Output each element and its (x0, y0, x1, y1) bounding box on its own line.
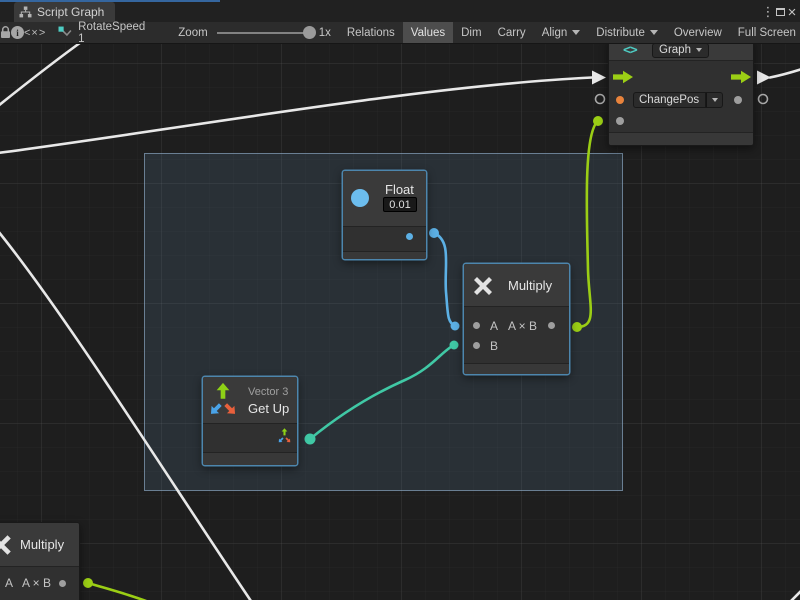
script-graph-icon (19, 6, 32, 18)
maximize-glyph (776, 8, 785, 16)
flow-output-knob[interactable] (757, 71, 771, 85)
window-controls: ⋮ × (762, 2, 798, 22)
wire-white-corner-fragment[interactable] (791, 591, 800, 600)
wire-knob[interactable] (83, 578, 93, 588)
graph-dropdown-button[interactable]: Graph (652, 43, 709, 58)
unconnected-port-circle[interactable] (759, 95, 768, 104)
chevron-down-icon (712, 98, 718, 102)
graph-canvas[interactable]: <> Graph ChangePos (0, 0, 800, 600)
multiply-node-footer (464, 363, 569, 374)
code-icon: <×> (24, 27, 46, 39)
vector3-axes-icon (208, 382, 238, 420)
vector3-node-title: Get Up (248, 401, 289, 416)
tab-title: Script Graph (37, 5, 104, 19)
multiply2-input-a-label: A (5, 576, 13, 590)
info-button[interactable]: i (11, 22, 24, 43)
multiply2-output-label: A × B (22, 576, 51, 590)
wire-knob[interactable] (593, 116, 603, 126)
multiply-input-a-port[interactable] (473, 322, 480, 329)
event-output-port[interactable] (734, 96, 742, 104)
code-view-button[interactable]: <×> (24, 22, 46, 43)
multiply-node-header[interactable]: Multiply (464, 264, 569, 307)
multiply-node[interactable]: Multiply A A × B B (463, 263, 570, 375)
tab-script-graph[interactable]: Script Graph (14, 2, 115, 22)
vector3-output-port-icon[interactable] (276, 428, 293, 445)
multiply-output-label: A × B (508, 319, 537, 333)
float-node[interactable]: Float 0.01 (342, 170, 427, 260)
graph-breadcrumb-label: RotateSpeed 1 (78, 21, 154, 45)
lock-icon (0, 26, 11, 39)
float-node-footer (343, 251, 426, 259)
toolbar-button-overview[interactable]: Overview (666, 22, 730, 43)
float-value-input[interactable]: 0.01 (383, 197, 417, 212)
chevron-down-icon (696, 48, 702, 52)
toolbar-button-distribute[interactable]: Distribute (588, 22, 666, 43)
zoom-slider-thumb[interactable] (303, 26, 316, 39)
lock-button[interactable] (0, 22, 11, 43)
window-menu-icon[interactable]: ⋮ (762, 2, 774, 22)
changepos-dropdown-button[interactable] (706, 92, 723, 108)
chevron-down-icon (650, 30, 658, 35)
multiply-node-title: Multiply (508, 278, 552, 293)
graph-breadcrumb[interactable]: RotateSpeed 1 (46, 22, 164, 43)
flow-wire-into-event[interactable] (0, 78, 592, 154)
toolbar-button-dim[interactable]: Dim (453, 22, 489, 43)
zoom-control: Zoom 1x (178, 22, 331, 43)
info-icon: i (11, 26, 24, 39)
flow-wire-out-of-event[interactable] (770, 69, 800, 78)
vector3-node-header[interactable]: Vector 3 Get Up (203, 377, 297, 424)
multiply-icon (471, 274, 495, 298)
vector3-node-footer (203, 452, 297, 465)
event-node-changepos[interactable]: <> Graph ChangePos (608, 39, 754, 146)
flow-input-arrow-icon[interactable] (613, 70, 634, 84)
value-wire-multiply2-out[interactable] (88, 583, 146, 600)
multiply2-node-title: Multiply (20, 537, 64, 552)
changepos-selector-field[interactable]: ChangePos (633, 92, 706, 108)
graph-asset-icon (58, 26, 72, 39)
chevron-down-icon (572, 30, 580, 35)
title-bar: Script Graph ⋮ × (0, 0, 800, 22)
graph-dropdown-label: Graph (659, 44, 691, 56)
flow-input-knob[interactable] (592, 71, 606, 85)
multiply2-node-header[interactable]: Multiply (0, 523, 79, 567)
multiply-node-2[interactable]: Multiply A A × B (0, 522, 80, 600)
multiply2-output-port[interactable] (59, 580, 66, 587)
multiply-input-a-label: A (490, 319, 498, 333)
multiply-input-b-label: B (490, 339, 498, 353)
unconnected-port-circle[interactable] (596, 95, 605, 104)
event-node-footer (609, 132, 753, 145)
vector3-type-label: Vector 3 (248, 386, 288, 398)
toolbar-button-values[interactable]: Values (403, 22, 453, 43)
float-output-port[interactable] (406, 233, 413, 240)
float-node-title: Float (385, 182, 414, 197)
multiply-output-port[interactable] (548, 322, 555, 329)
flow-output-arrow-icon[interactable] (731, 70, 752, 84)
close-icon[interactable]: × (786, 2, 798, 22)
maximize-icon[interactable] (774, 2, 786, 22)
vector3-getup-node[interactable]: Vector 3 Get Up (202, 376, 298, 466)
toolbar-button-full-screen[interactable]: Full Screen (730, 22, 800, 43)
unity-script-graph-window: <> Graph ChangePos (0, 0, 800, 600)
toolbar-button-carry[interactable]: Carry (490, 22, 534, 43)
event-input-port-orange[interactable] (616, 96, 624, 104)
toolbar-button-relations[interactable]: Relations (339, 22, 403, 43)
float-value: 0.01 (389, 199, 410, 211)
float-node-header[interactable]: Float 0.01 (343, 171, 426, 227)
float-icon (351, 189, 369, 207)
event-input-port-2[interactable] (616, 117, 624, 125)
changepos-selector-label: ChangePos (639, 94, 699, 106)
graph-chevrons-icon: <> (623, 43, 637, 58)
multiply-icon (0, 532, 14, 558)
zoom-value: 1x (319, 27, 331, 39)
graph-toolbar: i <×> RotateSpeed 1 Zoom 1x Relations Va… (0, 22, 800, 44)
zoom-slider[interactable] (217, 32, 313, 34)
multiply-input-b-port[interactable] (473, 342, 480, 349)
zoom-label: Zoom (178, 27, 207, 39)
toolbar-button-align[interactable]: Align (534, 22, 589, 43)
wire-white-upper-left[interactable] (0, 40, 84, 106)
